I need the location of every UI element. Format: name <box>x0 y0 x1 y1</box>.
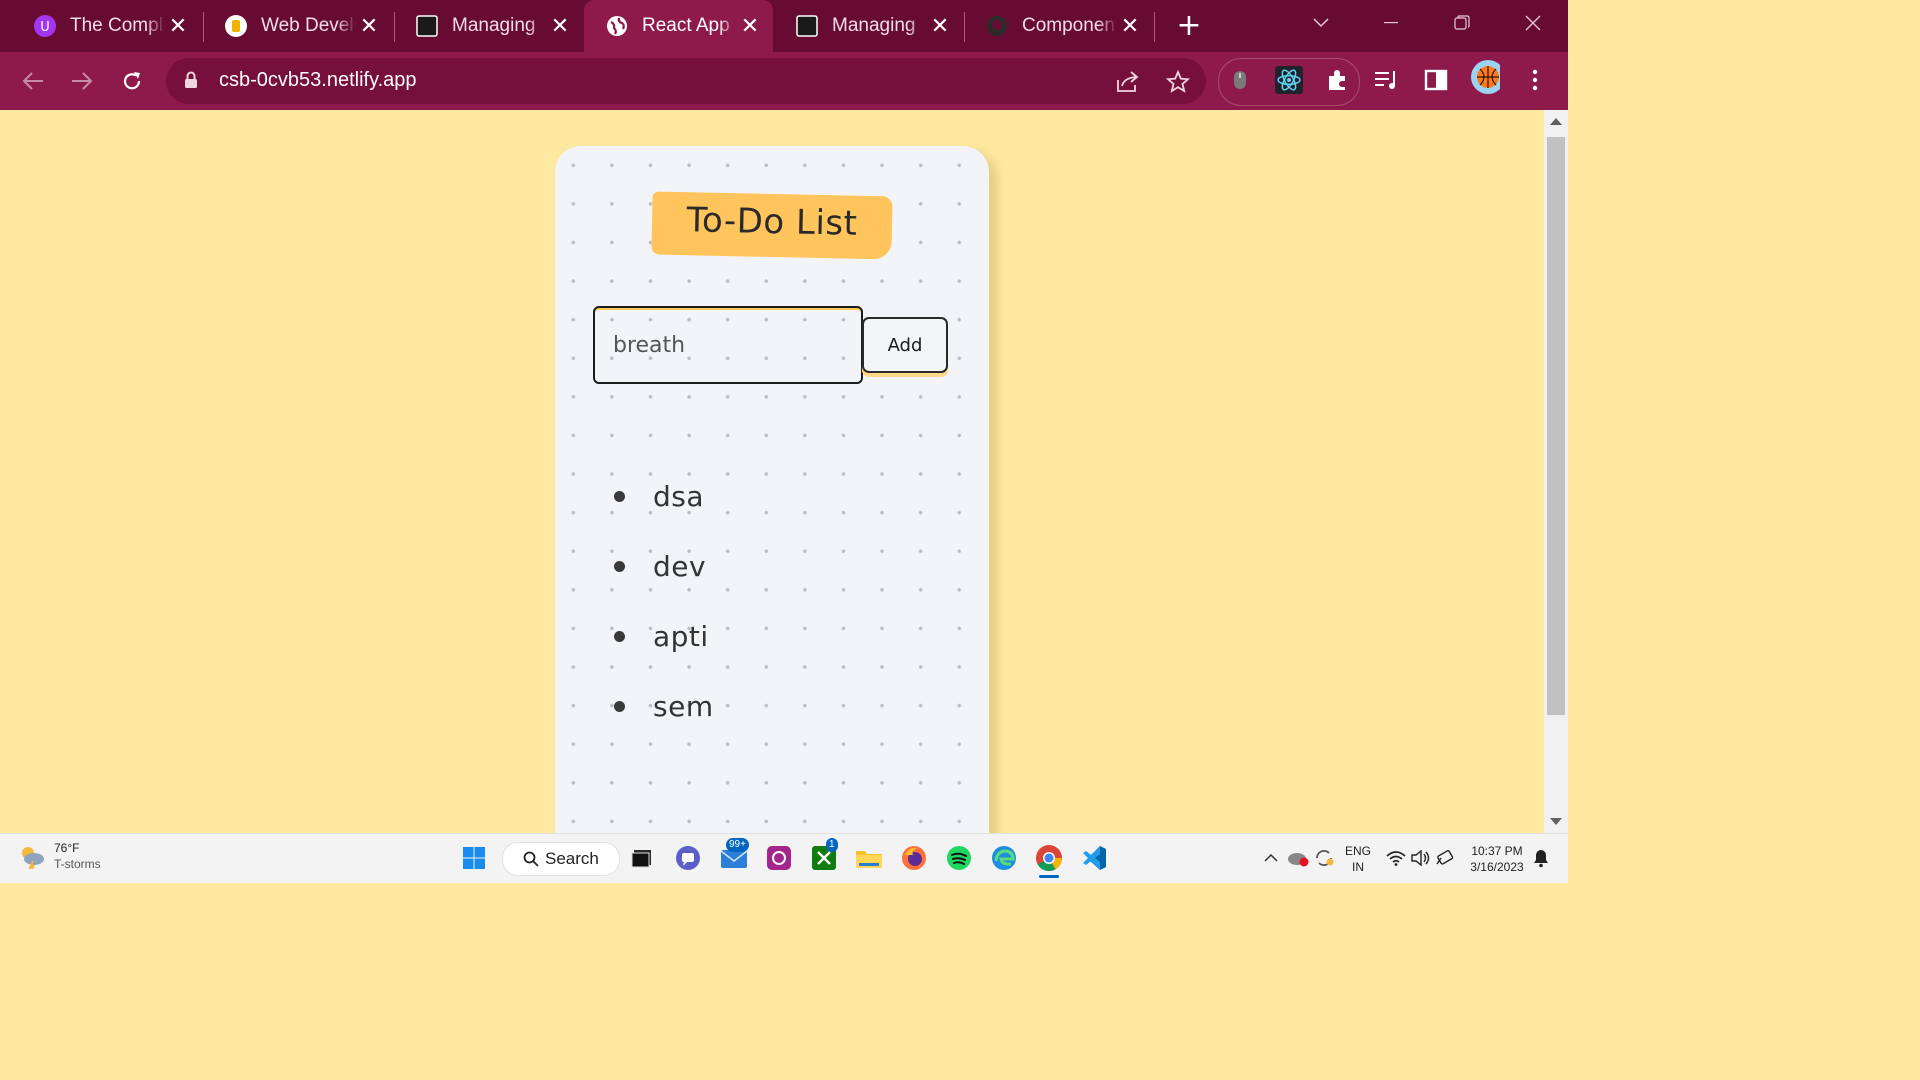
tab-search-chevron-icon[interactable] <box>1286 0 1356 46</box>
todo-item[interactable]: sem <box>613 671 714 741</box>
xbox-icon[interactable]: 1 <box>810 838 838 872</box>
mail-badge: 99+ <box>726 838 749 852</box>
onedrive-error-icon[interactable] <box>1286 844 1310 872</box>
tab-divider <box>1154 12 1155 42</box>
share-icon[interactable] <box>1115 69 1141 95</box>
tray-overflow-chevron-icon[interactable] <box>1260 844 1282 872</box>
close-window-icon[interactable] <box>1498 0 1568 46</box>
forward-icon[interactable] <box>63 62 101 100</box>
clock-date: 3/16/2023 <box>1470 860 1524 874</box>
profile-avatar[interactable] <box>1470 60 1500 94</box>
close-icon[interactable]: ✕ <box>1117 13 1143 39</box>
weather-widget[interactable]: 76°F T-storms <box>18 840 101 872</box>
tab-strip: U The Complete ✕ Web Development ✕ Manag… <box>0 0 1568 52</box>
minimize-icon[interactable] <box>1356 0 1426 46</box>
media-controls-icon[interactable] <box>1372 65 1402 95</box>
globe-icon <box>606 15 628 37</box>
taskbar-search[interactable]: Search <box>502 842 620 876</box>
restore-icon[interactable] <box>1427 0 1497 46</box>
tab-managing-1[interactable]: Managing ✕ <box>394 0 583 52</box>
extensions-puzzle-icon[interactable] <box>1323 65 1353 95</box>
clock-time: 10:37 PM <box>1471 844 1523 858</box>
tab-managing-2[interactable]: Managing ✕ <box>774 0 963 52</box>
close-icon[interactable]: ✕ <box>737 13 763 39</box>
file-explorer-icon[interactable] <box>855 844 883 872</box>
bullet-icon <box>614 490 625 502</box>
bootcamp-icon <box>225 15 247 37</box>
todo-item[interactable]: apti <box>613 601 714 671</box>
task-view-icon[interactable] <box>628 844 656 872</box>
todo-card: To-Do List Add dsa dev apti sem <box>555 146 989 833</box>
todo-item[interactable]: dsa <box>613 461 714 531</box>
close-icon[interactable]: ✕ <box>165 13 191 39</box>
browser-menu-icon[interactable] <box>1520 65 1550 95</box>
add-button[interactable]: Add <box>862 317 948 373</box>
firefox-icon[interactable] <box>900 844 928 872</box>
spotify-icon[interactable] <box>945 844 973 872</box>
close-icon[interactable]: ✕ <box>547 13 573 39</box>
search-icon <box>523 851 539 867</box>
weather-description: T-storms <box>54 857 101 871</box>
battery-icon[interactable] <box>1432 844 1456 872</box>
extensions-group <box>1218 58 1360 106</box>
weather-temperature: 76°F <box>54 841 80 855</box>
scrollbar-thumb[interactable] <box>1547 137 1565 715</box>
clock[interactable]: 10:37 PM 3/16/2023 <box>1462 843 1532 875</box>
tab-react-app[interactable]: React App ✕ <box>584 0 773 52</box>
todo-input-wrapper <box>593 306 863 384</box>
page-icon <box>416 15 438 37</box>
mail-icon[interactable]: 99+ <box>720 838 749 872</box>
bullet-icon <box>614 630 625 642</box>
url-text[interactable]: csb-0cvb53.netlify.app <box>219 69 417 92</box>
close-icon[interactable]: ✕ <box>927 13 953 39</box>
extension-mouse-icon[interactable] <box>1225 65 1255 95</box>
scroll-up-arrow-icon[interactable] <box>1550 118 1562 125</box>
chrome-icon[interactable] <box>1035 844 1063 878</box>
todo-list: dsa dev apti sem <box>613 461 714 741</box>
side-panel-icon[interactable] <box>1421 65 1451 95</box>
close-icon[interactable]: ✕ <box>356 13 382 39</box>
svg-text:U: U <box>40 20 50 35</box>
xbox-badge: 1 <box>826 838 838 852</box>
sync-icon[interactable] <box>1312 844 1336 872</box>
todo-item-text: sem <box>653 689 714 723</box>
scroll-down-arrow-icon[interactable] <box>1550 818 1562 825</box>
react-devtools-icon[interactable] <box>1274 65 1304 95</box>
storm-cloud-icon <box>22 847 44 869</box>
wifi-icon[interactable] <box>1384 844 1408 872</box>
tab-web-development[interactable]: Web Development ✕ <box>203 0 392 52</box>
bullet-icon <box>614 700 625 712</box>
windows-taskbar: 76°F T-storms Search 99+ 1 ENG IN 10:37 … <box>0 833 1568 883</box>
page-title: To-Do List <box>686 200 858 244</box>
edge-icon[interactable] <box>990 844 1018 872</box>
bullet-icon <box>614 560 625 572</box>
udemy-icon: U <box>34 15 56 37</box>
todo-item-text: apti <box>653 619 709 653</box>
todo-item[interactable]: dev <box>613 531 714 601</box>
camera-app-icon[interactable] <box>765 844 793 872</box>
language-indicator[interactable]: ENG IN <box>1342 843 1374 875</box>
address-bar[interactable]: csb-0cvb53.netlify.app <box>166 58 1206 104</box>
page-viewport: To-Do List Add dsa dev apti sem <box>0 110 1544 833</box>
page-scrollbar[interactable] <box>1544 110 1568 833</box>
new-tab-button[interactable]: + <box>1174 8 1204 44</box>
teams-chat-icon[interactable] <box>674 844 702 872</box>
windows-start-icon[interactable] <box>460 844 488 872</box>
lock-icon[interactable] <box>184 71 198 93</box>
tab-components[interactable]: Components ✕ <box>964 0 1153 52</box>
tab-udemy[interactable]: U The Complete ✕ <box>12 0 201 52</box>
github-icon <box>986 15 1008 37</box>
reload-icon[interactable] <box>113 62 151 100</box>
todo-item-text: dev <box>653 549 707 583</box>
volume-icon[interactable] <box>1408 844 1432 872</box>
vscode-icon[interactable] <box>1080 844 1108 872</box>
todo-input[interactable] <box>595 308 861 382</box>
bookmark-star-icon[interactable] <box>1165 69 1191 95</box>
back-icon[interactable] <box>14 62 52 100</box>
notification-bell-icon[interactable] <box>1530 844 1552 872</box>
todo-item-text: dsa <box>653 479 705 513</box>
page-icon <box>796 15 818 37</box>
browser-toolbar: csb-0cvb53.netlify.app <box>0 52 1568 110</box>
